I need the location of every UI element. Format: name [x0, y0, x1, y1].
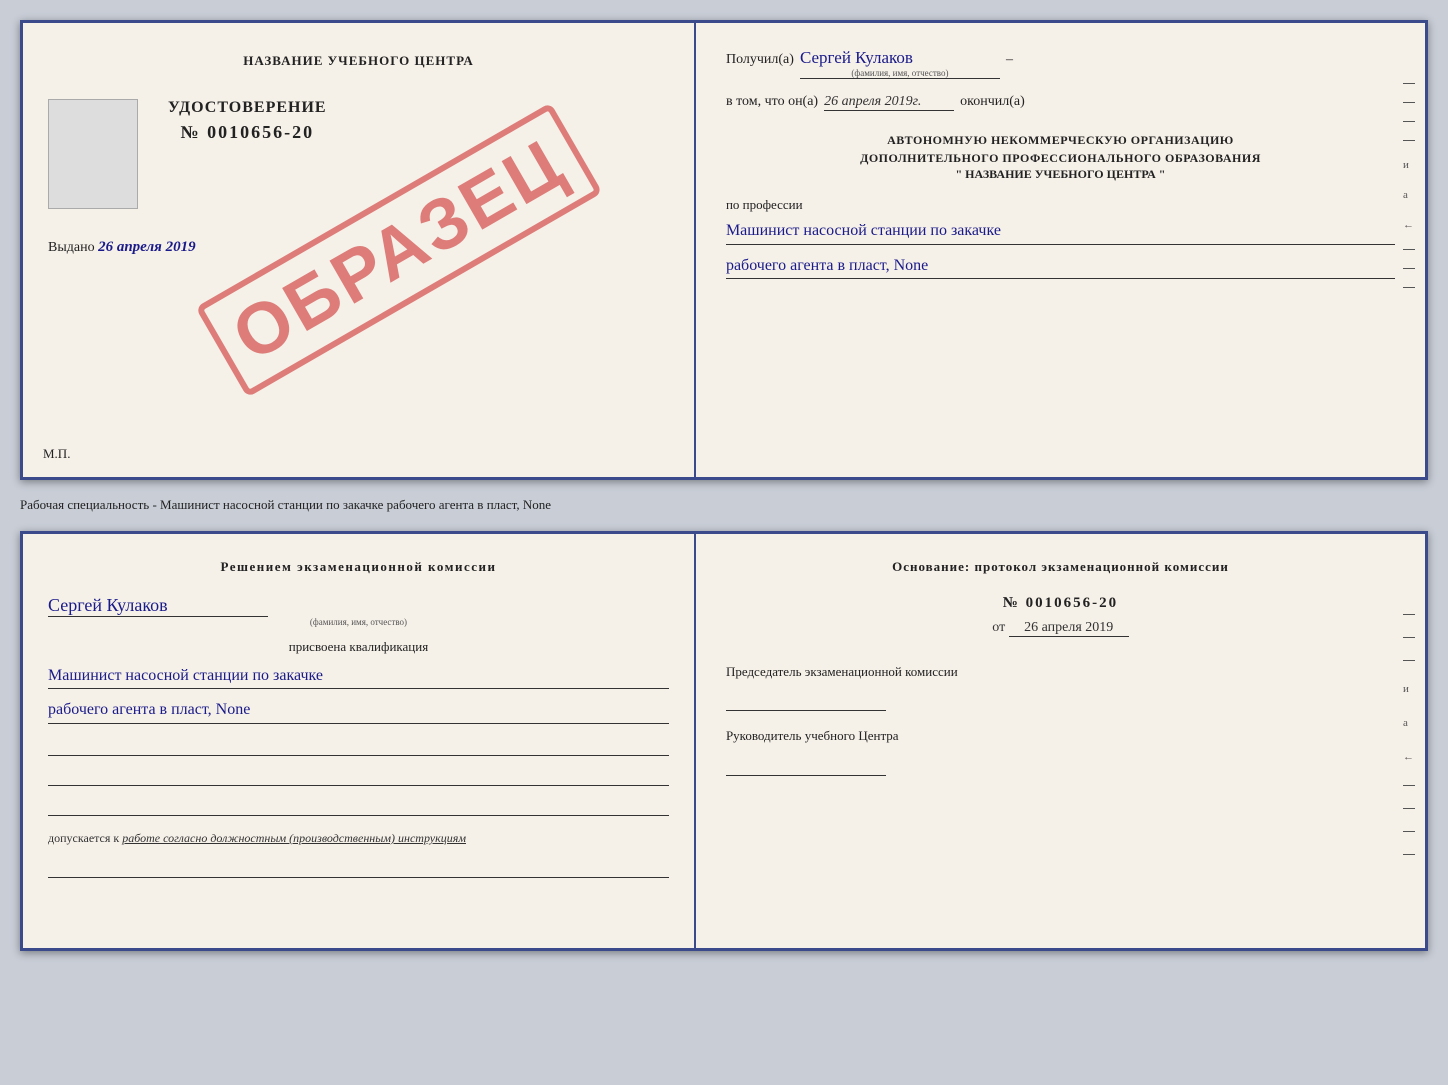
dopuskaetsya-value: работе согласно должностным (производств… — [122, 831, 466, 845]
right-side-dashes-bottom: и а ← — [1403, 614, 1415, 855]
blank-line-1 — [48, 734, 669, 756]
predsedatel-label: Председатель экзаменационной комиссии — [726, 662, 1395, 682]
cert-number: № 0010656-20 — [168, 122, 327, 143]
qualification-line1: Машинист насосной станции по закачке — [48, 663, 669, 690]
predsedatel-signature — [726, 689, 886, 711]
profession-block: по профессии Машинист насосной станции п… — [726, 197, 1395, 279]
qualification-line2: рабочего агента в пласт, None — [48, 697, 669, 724]
okonchil-label: окончил(а) — [960, 94, 1025, 110]
person-name-block: Сергей Кулаков (фамилия, имя, отчество) — [48, 595, 669, 627]
osnование-title: Основание: протокол экзаменационной коми… — [726, 559, 1395, 575]
cert-title: НАЗВАНИЕ УЧЕБНОГО ЦЕНТРА — [48, 53, 669, 69]
poluchil-label: Получил(а) — [726, 52, 794, 68]
org-block: АВТОНОМНУЮ НЕКОММЕРЧЕСКУЮ ОРГАНИЗАЦИЮ ДО… — [726, 131, 1395, 182]
bottom-right-panel: Основание: протокол экзаменационной коми… — [696, 534, 1425, 948]
top-right-panel: Получил(а) Сергей Кулаков (фамилия, имя,… — [696, 23, 1425, 477]
protocol-number: № 0010656-20 — [726, 595, 1395, 612]
prisvоena-label: присвоена квалификация — [48, 639, 669, 655]
blank-line-bottom — [48, 856, 669, 878]
profession-line1: Машинист насосной станции по закачке — [726, 218, 1395, 245]
org-line1: АВТОНОМНУЮ НЕКОММЕРЧЕСКУЮ ОРГАНИЗАЦИЮ — [726, 131, 1395, 149]
blank-line-2 — [48, 764, 669, 786]
vydano-prefix: Выдано — [48, 240, 95, 255]
cert-number-block: УДОСТОВЕРЕНИЕ № 0010656-20 — [168, 99, 327, 143]
top-left-panel: НАЗВАНИЕ УЧЕБНОГО ЦЕНТРА УДОСТОВЕРЕНИЕ №… — [23, 23, 696, 477]
blank-line-3 — [48, 794, 669, 816]
cert-label: УДОСТОВЕРЕНИЕ — [168, 99, 327, 117]
fio-hint: (фамилия, имя, отчество) — [800, 68, 1000, 78]
ot-prefix: от — [992, 620, 1005, 635]
receiver-name: Сергей Кулаков (фамилия, имя, отчество) — [800, 48, 1000, 79]
vtom-prefix: в том, что он(а) — [726, 94, 818, 110]
page-wrapper: НАЗВАНИЕ УЧЕБНОГО ЦЕНТРА УДОСТОВЕРЕНИЕ №… — [20, 20, 1428, 951]
vydano-date: 26 апреля 2019 — [98, 239, 196, 255]
date-line: в том, что он(а) 26 апреля 2019г. окончи… — [726, 94, 1395, 111]
right-side-dashes: и а ← — [1403, 83, 1415, 288]
receiver-line: Получил(а) Сергей Кулаков (фамилия, имя,… — [726, 48, 1395, 79]
org-name: " НАЗВАНИЕ УЧЕБНОГО ЦЕНТРА " — [726, 167, 1395, 182]
cert-photo — [48, 99, 138, 209]
chairman-block: Председатель экзаменационной комиссии — [726, 662, 1395, 712]
middle-text: Рабочая специальность - Машинист насосно… — [20, 490, 1428, 521]
po-professii-label: по профессии — [726, 197, 1395, 213]
bottom-document: Решением экзаменационной комиссии Сергей… — [20, 531, 1428, 951]
profession-line2: рабочего агента в пласт, None — [726, 253, 1395, 280]
person-name-bottom: Сергей Кулаков — [48, 595, 268, 617]
rukovoditel-block: Руководитель учебного Центра — [726, 726, 1395, 776]
date-value: 26 апреля 2019г. — [824, 94, 954, 111]
bottom-left-panel: Решением экзаменационной комиссии Сергей… — [23, 534, 696, 948]
decision-title: Решением экзаменационной комиссии — [48, 559, 669, 575]
blank-lines — [48, 734, 669, 816]
protocol-date-value: 26 апреля 2019 — [1009, 620, 1129, 637]
dopuskaetsya-block: допускается к работе согласно должностны… — [48, 831, 669, 846]
rukovoditel-label: Руководитель учебного Центра — [726, 726, 1395, 746]
dopuskaetsya-prefix: допускается к — [48, 831, 119, 845]
rukovoditel-signature — [726, 754, 886, 776]
protocol-date: от 26 апреля 2019 — [726, 620, 1395, 637]
top-document: НАЗВАНИЕ УЧЕБНОГО ЦЕНТРА УДОСТОВЕРЕНИЕ №… — [20, 20, 1428, 480]
org-line2: ДОПОЛНИТЕЛЬНОГО ПРОФЕССИОНАЛЬНОГО ОБРАЗО… — [726, 149, 1395, 167]
mp-label: М.П. — [43, 446, 70, 462]
cert-vydano: Выдано 26 апреля 2019 — [48, 239, 669, 256]
fio-hint-bottom: (фамилия, имя, отчество) — [48, 617, 669, 627]
